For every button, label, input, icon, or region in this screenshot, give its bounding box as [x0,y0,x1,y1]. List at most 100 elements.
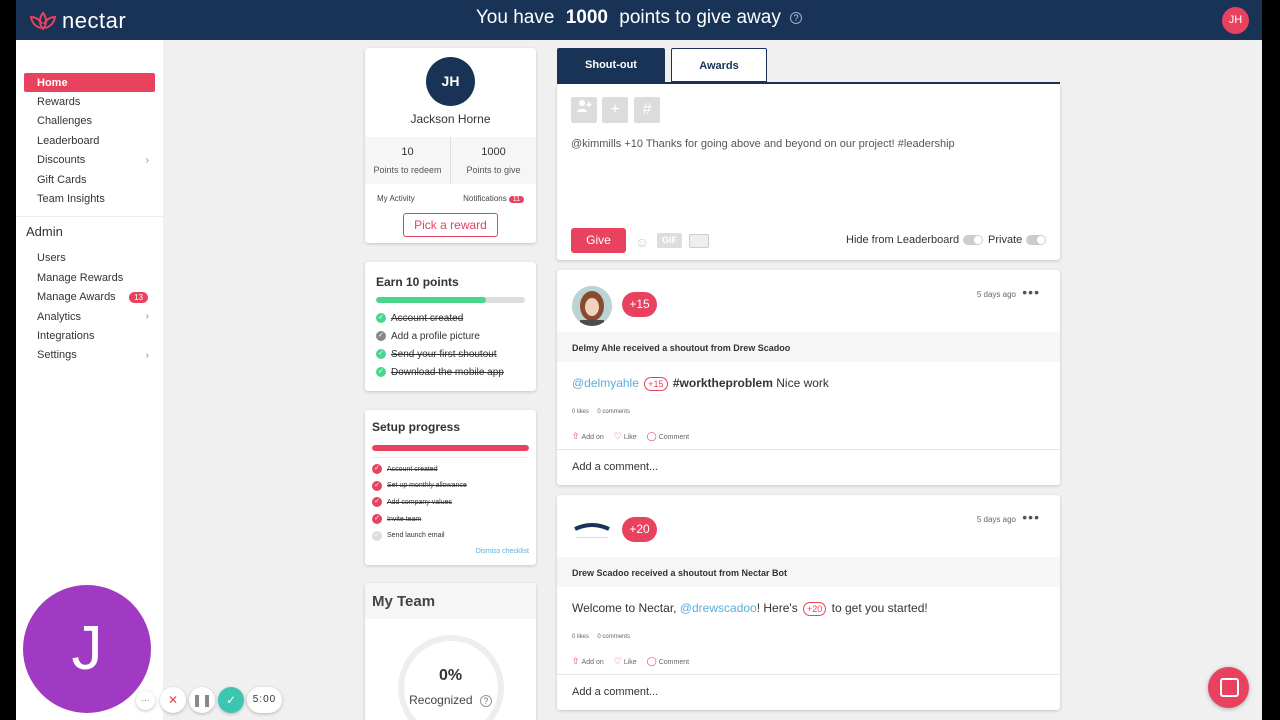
user-avatar[interactable]: JH [1222,7,1249,34]
post-hashtag[interactable]: #worktheproblem [673,376,773,390]
sidebar-item-manage-awards[interactable]: Manage Awards 13 [24,288,155,307]
tab-awards[interactable]: Awards [671,48,767,82]
post-points-badge: +20 [622,517,657,542]
sidebar-item-settings[interactable]: Settings › [24,346,155,365]
add-comment-input[interactable]: Add a comment... [557,449,1060,485]
help-icon[interactable]: ? [790,11,803,24]
profile-links: My Activity Notifications 11 [377,194,524,203]
check-icon: ✓ [372,464,382,475]
post-body-text: Nice work [776,376,829,390]
manage-awards-badge: 13 [129,291,148,303]
post-body-text: to get you started! [828,601,928,615]
sidebar-item-team-insights[interactable]: Team Insights [24,189,155,208]
comment-icon: ◯ [646,656,657,666]
add-points-icon[interactable]: + [602,97,628,123]
help-icon[interactable]: ? [479,694,492,707]
points-to-redeem-stat: 10 Points to redeem [365,137,450,184]
my-team-card: My Team 0% Recognized ? [365,583,536,720]
post-meta: 0 likes 0 comments [572,409,630,415]
like-button[interactable]: ♡ Like [614,656,637,667]
likes-count[interactable]: 0 likes [572,409,589,415]
sidebar-item-integrations[interactable]: Integrations [24,326,155,345]
setup-item-label: Send launch email [387,532,445,540]
more-options-icon[interactable]: ••• [1022,284,1040,300]
likes-count[interactable]: 0 likes [572,634,589,640]
hashtag-icon[interactable]: # [634,97,660,123]
comment-button[interactable]: ◯ Comment [647,656,689,667]
pick-reward-button[interactable]: Pick a reward [403,213,498,237]
emoji-icon[interactable]: ☺ [635,234,649,250]
hide-leaderboard-toggle[interactable] [963,235,984,245]
chevron-right-icon: › [145,311,149,323]
shoutout-composer: + # @kimmills +10 Thanks for going above… [557,84,1060,260]
earn-item-profile-picture[interactable]: ✓ Add a profile picture [376,327,504,345]
tab-shout-out[interactable]: Shout-out [557,48,665,82]
add-user-icon[interactable] [571,97,597,123]
sidebar-item-label: Analytics [37,310,82,323]
post-headline: Delmy Ahle received a shoutout from Drew… [557,332,1060,362]
close-icon[interactable]: ✕ [160,687,186,713]
private-toggle-row[interactable]: Private [988,234,1047,246]
like-button[interactable]: ♡ Like [614,431,637,442]
gif-icon[interactable]: GIF [657,233,682,248]
sidebar-item-label: Leaderboard [37,134,100,147]
sidebar-item-home[interactable]: Home [24,73,155,93]
add-comment-input[interactable]: Add a comment... [557,674,1060,710]
post-mention[interactable]: @delmyahle [572,376,639,390]
check-icon: ✓ [376,331,386,341]
more-options-icon[interactable]: ••• [1022,509,1040,525]
shoutout-input[interactable]: @kimmills +10 Thanks for going above and… [571,138,955,150]
post-body-text: Welcome to Nectar, [572,601,680,615]
add-on-label: Add on [581,659,604,666]
dismiss-checklist-link[interactable]: Dismiss checklist [476,548,529,555]
earn-checklist: ✓ Account created ✓ Add a profile picture … [376,309,504,381]
heart-icon: ♡ [613,656,622,666]
sidebar-item-users[interactable]: Users [24,249,155,268]
sidebar-item-analytics[interactable]: Analytics › [24,307,155,326]
image-icon[interactable] [689,234,709,248]
admin-heading: Admin [26,223,63,239]
chevron-right-icon: › [145,154,149,166]
chevron-right-icon: › [145,349,149,361]
add-on-button[interactable]: ⇧ Add on [572,656,604,667]
comment-button[interactable]: ◯ Comment [647,431,689,442]
post-mention[interactable]: @drewscadoo [680,601,757,615]
add-on-button[interactable]: ⇧ Add on [572,431,604,442]
check-icon: ✓ [372,480,382,491]
sidebar-item-gift-cards[interactable]: Gift Cards [24,170,155,189]
sidebar-item-challenges[interactable]: Challenges [24,112,155,131]
sidebar-item-discounts[interactable]: Discounts › [24,151,155,170]
my-activity-link[interactable]: My Activity [377,194,415,203]
sidebar-item-leaderboard[interactable]: Leaderboard [24,131,155,150]
sidebar-item-label: Home [37,76,68,89]
private-toggle[interactable] [1026,235,1047,245]
earn-item-label: Account created [391,312,464,324]
hide-leaderboard-toggle-row[interactable]: Hide from Leaderboard [846,234,984,246]
more-icon[interactable]: ··· [136,691,155,710]
earn-points-title: Earn 10 points [376,275,459,289]
add-on-label: Add on [581,434,604,441]
check-icon: ✓ [372,514,382,525]
earn-item-label: Add a profile picture [391,330,480,342]
post-avatar[interactable] [572,511,612,551]
post-inline-points: +20 [803,602,827,616]
chat-icon[interactable] [1208,667,1249,708]
sidebar-item-manage-rewards[interactable]: Manage Rewards [24,268,155,287]
comments-count[interactable]: 0 comments [597,634,630,640]
setup-item-label: Account created [387,465,438,473]
heart-icon: ♡ [613,431,622,441]
post-avatar[interactable] [572,286,612,326]
recording-timer: 5:00 [247,687,282,713]
profile-avatar[interactable]: JH [426,57,475,106]
recognized-percent: 0% [438,667,463,684]
notifications-link[interactable]: Notifications 11 [463,194,524,203]
webcam-avatar[interactable]: J [23,585,151,713]
check-icon[interactable]: ✓ [218,687,244,713]
sidebar-item-rewards[interactable]: Rewards [24,92,155,111]
check-icon: ✓ [376,367,386,377]
pause-icon[interactable]: ❚❚ [189,687,215,713]
setup-item-send-launch-email[interactable]: ✓ Send launch email [372,527,467,544]
give-button[interactable]: Give [571,228,626,253]
sidebar-item-label: Discounts [37,154,86,167]
comments-count[interactable]: 0 comments [597,409,630,415]
